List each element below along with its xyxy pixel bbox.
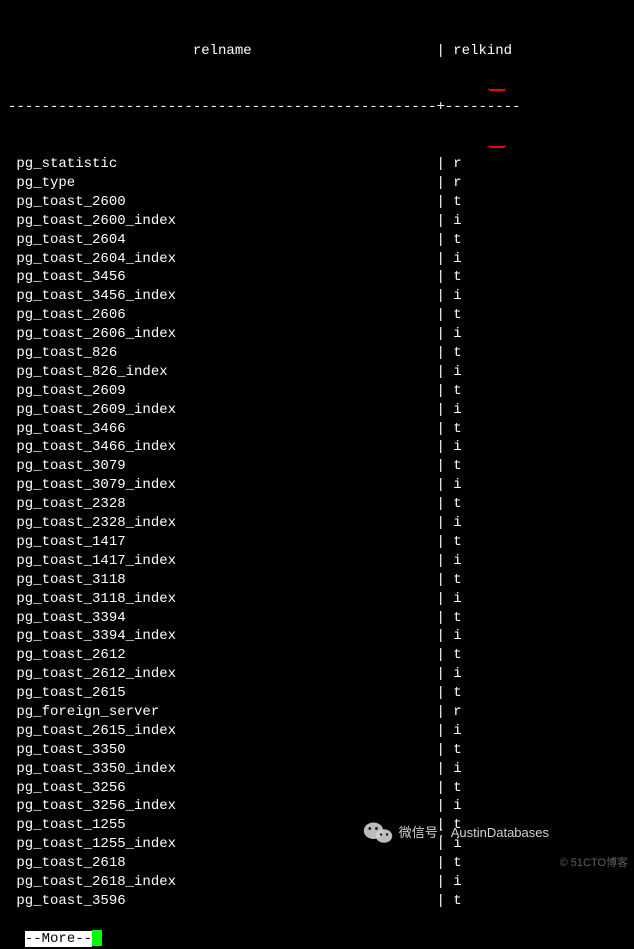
table-body: pg_statistic | r pg_type | r pg_toast_26… — [8, 155, 634, 911]
table-row: pg_toast_2604 | t — [8, 231, 634, 250]
table-row: pg_toast_2600_index | i — [8, 212, 634, 231]
table-header: relname | relkind — [8, 42, 634, 61]
table-row: pg_toast_826_index | i — [8, 363, 634, 382]
corner-watermark: © 51CTO博客 — [560, 856, 628, 871]
psql-output: relname | relkind ----------------------… — [0, 4, 634, 949]
table-row: pg_toast_3456_index | i — [8, 287, 634, 306]
table-row: pg_toast_2328 | t — [8, 495, 634, 514]
annotation-mark — [488, 144, 506, 148]
table-row: pg_toast_3394 | t — [8, 609, 634, 628]
table-row: pg_toast_2604_index | i — [8, 250, 634, 269]
cursor — [92, 930, 102, 946]
wechat-icon — [363, 821, 393, 845]
table-row: pg_toast_3466 | t — [8, 420, 634, 439]
table-row: pg_toast_3394_index | i — [8, 627, 634, 646]
table-row: pg_toast_3256_index | i — [8, 797, 634, 816]
table-row: pg_toast_2606 | t — [8, 306, 634, 325]
wechat-watermark: 微信号：AustinDatabases — [363, 821, 549, 845]
table-row: pg_toast_3596 | t — [8, 892, 634, 911]
wechat-label: 微信号：AustinDatabases — [399, 824, 549, 842]
table-row: pg_toast_2618_index | i — [8, 873, 634, 892]
table-row: pg_toast_3079 | t — [8, 457, 634, 476]
table-row: pg_foreign_server | r — [8, 703, 634, 722]
table-row: pg_toast_3118 | t — [8, 571, 634, 590]
annotation-mark — [488, 87, 506, 91]
table-divider: ----------------------------------------… — [8, 98, 634, 117]
table-row: pg_type | r — [8, 174, 634, 193]
pager-more[interactable]: --More-- — [25, 930, 102, 949]
table-row: pg_toast_2609 | t — [8, 382, 634, 401]
table-row: pg_statistic | r — [8, 155, 634, 174]
table-row: pg_toast_2615 | t — [8, 684, 634, 703]
table-row: pg_toast_1417_index | i — [8, 552, 634, 571]
table-row: pg_toast_2600 | t — [8, 193, 634, 212]
table-row: pg_toast_3079_index | i — [8, 476, 634, 495]
table-row: pg_toast_2618 | t — [8, 854, 634, 873]
table-row: pg_toast_3350_index | i — [8, 760, 634, 779]
table-row: pg_toast_3118_index | i — [8, 590, 634, 609]
table-row: pg_toast_3456 | t — [8, 268, 634, 287]
table-row: pg_toast_2612 | t — [8, 646, 634, 665]
table-row: pg_toast_2615_index | i — [8, 722, 634, 741]
table-row: pg_toast_3350 | t — [8, 741, 634, 760]
table-row: pg_toast_1417 | t — [8, 533, 634, 552]
table-row: pg_toast_3256 | t — [8, 779, 634, 798]
table-row: pg_toast_826 | t — [8, 344, 634, 363]
table-row: pg_toast_2606_index | i — [8, 325, 634, 344]
table-row: pg_toast_2328_index | i — [8, 514, 634, 533]
pager-more-label: --More-- — [25, 931, 92, 947]
table-row: pg_toast_2609_index | i — [8, 401, 634, 420]
table-row: pg_toast_2612_index | i — [8, 665, 634, 684]
table-row: pg_toast_3466_index | i — [8, 438, 634, 457]
